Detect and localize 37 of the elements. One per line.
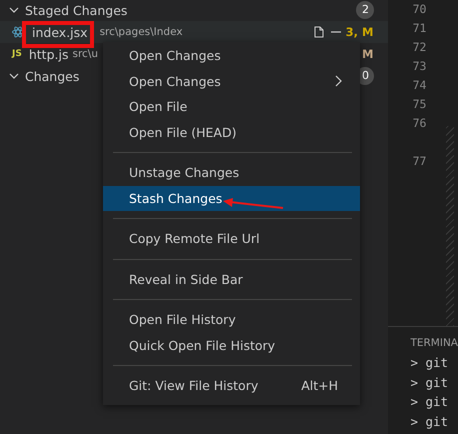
file-type-icon: JS	[12, 49, 22, 59]
terminal-line: > git	[410, 354, 450, 372]
line-number: 71	[412, 20, 426, 37]
line-number: 75	[412, 96, 426, 113]
line-number: 74	[412, 77, 426, 94]
line-number: 73	[412, 58, 426, 75]
menu-item[interactable]: Open File	[103, 94, 360, 120]
line-number: 70	[412, 1, 426, 18]
atom-icon	[12, 26, 24, 38]
menu-item[interactable]: Unstage Changes	[103, 160, 360, 186]
file-name: http.js	[28, 46, 68, 62]
menu-item[interactable]: Open Changes	[103, 43, 360, 68]
terminal-line: > git	[410, 412, 450, 431]
status-letter: 3, M	[346, 25, 374, 39]
terminal-line: > git	[410, 374, 450, 392]
line-number: 76	[412, 115, 426, 132]
menu-item[interactable]: Open File History	[103, 307, 360, 332]
file-path: src\u	[72, 48, 98, 60]
file-name: index.jsx	[32, 24, 88, 40]
file-icon	[312, 25, 326, 39]
line-number: 72	[412, 39, 426, 56]
shortcut-label: Alt+H	[301, 378, 338, 394]
section-title[interactable]: Staged Changes	[25, 2, 356, 18]
terminal-line: > git	[410, 393, 450, 411]
file-path: src\pages\Index	[100, 26, 183, 38]
menu-item[interactable]: Quick Open File History	[103, 332, 360, 358]
panel-tab[interactable]: TERMINA	[410, 337, 458, 349]
file-row[interactable]: index.jsx src\pages\Index 3, M	[0, 21, 388, 43]
annotation-arrow	[223, 198, 284, 209]
menu-item[interactable]: Stash Changes	[103, 186, 360, 211]
count-badge: 2	[356, 1, 374, 19]
menu-item[interactable]: Open File (HEAD)	[103, 120, 360, 145]
menu-item[interactable]: Copy Remote File Url	[103, 226, 360, 252]
menu-item[interactable]: Reveal in Side Bar	[103, 266, 360, 292]
menu-item[interactable]: Git: View File History Alt+H	[103, 373, 360, 398]
line-number: 77	[412, 153, 426, 170]
highlight-rectangle	[22, 21, 94, 48]
